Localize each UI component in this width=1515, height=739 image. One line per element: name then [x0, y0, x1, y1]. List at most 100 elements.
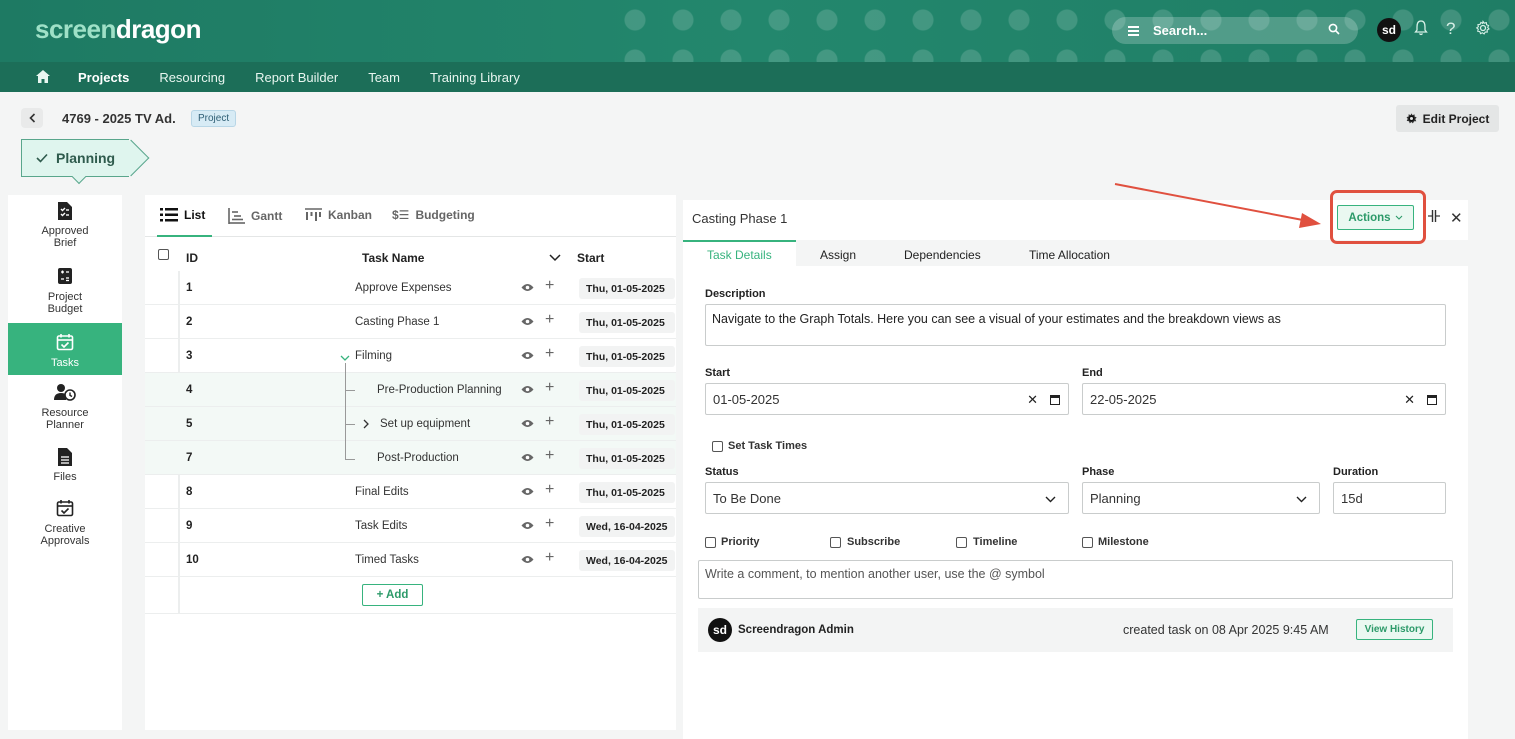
task-start-date[interactable]: Thu, 01-05-2025: [579, 482, 675, 503]
subscribe-checkbox[interactable]: [830, 537, 841, 548]
logo[interactable]: screendragon: [35, 14, 201, 45]
sidebar-item-resource-planner[interactable]: Resource Planner: [8, 383, 122, 435]
eye-icon[interactable]: [521, 383, 534, 397]
task-start-date[interactable]: Wed, 16-04-2025: [579, 516, 675, 537]
nav-projects[interactable]: Projects: [78, 70, 129, 85]
priority-checkbox[interactable]: [705, 537, 716, 548]
tab-gantt[interactable]: Gantt: [228, 208, 282, 224]
task-name[interactable]: Timed Tasks: [355, 554, 419, 566]
select-all-checkbox[interactable]: [158, 249, 169, 260]
eye-icon[interactable]: [521, 451, 534, 465]
task-start-date[interactable]: Thu, 01-05-2025: [579, 414, 675, 435]
nav-resourcing[interactable]: Resourcing: [159, 70, 225, 85]
eye-icon[interactable]: [521, 417, 534, 431]
eye-icon[interactable]: [521, 349, 534, 363]
add-subtask-icon[interactable]: +: [545, 413, 554, 431]
add-subtask-icon[interactable]: +: [545, 277, 554, 295]
task-start-date[interactable]: Wed, 16-04-2025: [579, 550, 675, 571]
tab-task-details[interactable]: Task Details: [707, 248, 772, 262]
eye-icon[interactable]: [521, 315, 534, 329]
task-name[interactable]: Post-Production: [377, 452, 459, 464]
task-name[interactable]: Casting Phase 1: [355, 316, 439, 328]
nav-training-library[interactable]: Training Library: [430, 70, 520, 85]
task-start-date[interactable]: Thu, 01-05-2025: [579, 312, 675, 333]
end-date-field[interactable]: 22-05-2025 ✕: [1082, 383, 1446, 415]
help-icon[interactable]: ?: [1446, 19, 1455, 39]
sidebar-item-creative-approvals[interactable]: Creative Approvals: [8, 499, 122, 551]
sidebar-item-tasks[interactable]: Tasks: [8, 323, 122, 375]
add-subtask-icon[interactable]: +: [545, 447, 554, 465]
task-start-date[interactable]: Thu, 01-05-2025: [579, 448, 675, 469]
task-start-date[interactable]: Thu, 01-05-2025: [579, 278, 675, 299]
task-name[interactable]: Pre-Production Planning: [377, 384, 502, 396]
edit-project-button[interactable]: Edit Project: [1396, 105, 1499, 132]
tab-assign[interactable]: Assign: [820, 248, 856, 262]
eye-icon[interactable]: [521, 485, 534, 499]
back-button[interactable]: [21, 108, 43, 128]
tab-dependencies[interactable]: Dependencies: [904, 248, 981, 262]
table-row[interactable]: 9 Task Edits + Wed, 16-04-2025: [145, 509, 676, 543]
eye-icon[interactable]: [521, 553, 534, 567]
split-view-icon[interactable]: [1428, 210, 1440, 225]
tab-budgeting[interactable]: $☰ Budgeting: [392, 208, 475, 222]
eye-icon[interactable]: [521, 281, 534, 295]
task-name[interactable]: Final Edits: [355, 486, 409, 498]
sidebar-item-project-budget[interactable]: Project Budget: [8, 267, 122, 319]
expand-chevron-icon[interactable]: [363, 418, 370, 432]
tab-kanban[interactable]: Kanban: [305, 208, 372, 222]
stage-planning[interactable]: Planning: [21, 139, 129, 177]
task-name[interactable]: Set up equipment: [380, 418, 470, 430]
table-row[interactable]: 10 Timed Tasks + Wed, 16-04-2025: [145, 543, 676, 577]
task-start-date[interactable]: Thu, 01-05-2025: [579, 380, 675, 401]
add-subtask-icon[interactable]: +: [545, 379, 554, 397]
close-icon[interactable]: ✕: [1450, 209, 1463, 227]
phase-select[interactable]: Planning: [1082, 482, 1320, 514]
add-task-button[interactable]: + Add: [362, 584, 423, 606]
sidebar-item-approved-brief[interactable]: Approved Brief: [8, 201, 122, 259]
chevron-down-icon[interactable]: [549, 251, 561, 265]
add-subtask-icon[interactable]: +: [545, 311, 554, 329]
table-row[interactable]: 2 Casting Phase 1 + Thu, 01-05-2025: [145, 305, 676, 339]
add-subtask-icon[interactable]: +: [545, 515, 554, 533]
search-input[interactable]: Search...: [1112, 17, 1358, 44]
add-subtask-icon[interactable]: +: [545, 481, 554, 499]
add-subtask-icon[interactable]: +: [545, 345, 554, 363]
status-select[interactable]: To Be Done: [705, 482, 1069, 514]
search-icon[interactable]: [1328, 23, 1340, 38]
comment-input[interactable]: Write a comment, to mention another user…: [698, 560, 1453, 599]
user-avatar[interactable]: sd: [1377, 18, 1401, 42]
sidebar-item-files[interactable]: Files: [8, 447, 122, 487]
eye-icon[interactable]: [521, 519, 534, 533]
add-subtask-icon[interactable]: +: [545, 549, 554, 567]
table-row[interactable]: 3 Filming + Thu, 01-05-2025: [145, 339, 676, 373]
table-row[interactable]: 4 Pre-Production Planning + Thu, 01-05-2…: [145, 373, 676, 407]
milestone-checkbox[interactable]: [1082, 537, 1093, 548]
task-name[interactable]: Filming: [355, 350, 392, 362]
view-history-button[interactable]: View History: [1356, 619, 1433, 640]
calendar-icon[interactable]: [1050, 393, 1060, 408]
task-list-panel: List Gantt Kanban $☰ Budgeting ID Task N…: [145, 195, 676, 730]
gear-icon[interactable]: [1475, 20, 1491, 41]
duration-field[interactable]: 15d: [1333, 482, 1446, 514]
calendar-icon[interactable]: [1427, 393, 1437, 408]
task-start-date[interactable]: Thu, 01-05-2025: [579, 346, 675, 367]
tab-time-allocation[interactable]: Time Allocation: [1029, 248, 1110, 262]
nav-report-builder[interactable]: Report Builder: [255, 70, 338, 85]
description-field[interactable]: Navigate to the Graph Totals. Here you c…: [705, 304, 1446, 346]
table-row[interactable]: 7 Post-Production + Thu, 01-05-2025: [145, 441, 676, 475]
home-icon[interactable]: [36, 70, 52, 84]
task-name[interactable]: Task Edits: [355, 520, 407, 532]
table-row[interactable]: 8 Final Edits + Thu, 01-05-2025: [145, 475, 676, 509]
start-date-field[interactable]: 01-05-2025 ✕: [705, 383, 1069, 415]
table-row[interactable]: 1 Approve Expenses + Thu, 01-05-2025: [145, 271, 676, 305]
clear-icon[interactable]: ✕: [1404, 392, 1415, 408]
task-name[interactable]: Approve Expenses: [355, 282, 452, 294]
tab-list[interactable]: List: [160, 208, 205, 222]
nav-team[interactable]: Team: [368, 70, 400, 85]
table-row[interactable]: 5 Set up equipment + Thu, 01-05-2025: [145, 407, 676, 441]
bell-icon[interactable]: [1414, 20, 1428, 41]
menu-icon[interactable]: [1128, 24, 1139, 38]
set-task-times-checkbox[interactable]: [712, 441, 723, 452]
timeline-checkbox[interactable]: [956, 537, 967, 548]
clear-icon[interactable]: ✕: [1027, 392, 1038, 408]
